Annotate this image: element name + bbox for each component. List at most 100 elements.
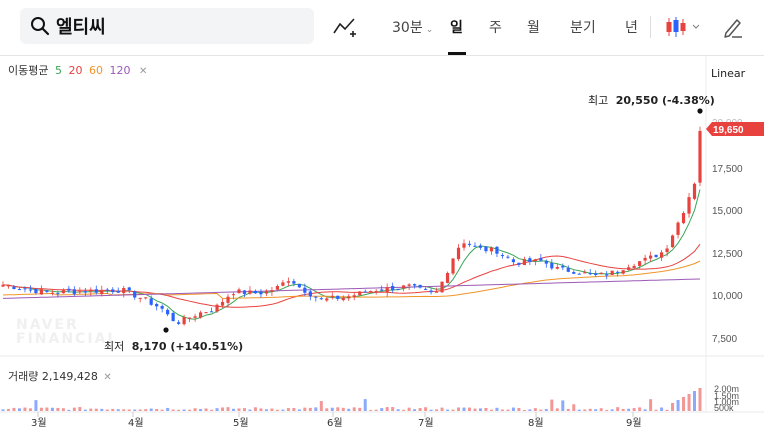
candle-body	[248, 290, 252, 294]
grid	[0, 56, 764, 417]
volume-bar	[149, 408, 153, 411]
candle-body	[522, 259, 526, 266]
volume-bar	[687, 394, 691, 411]
trend-indicator-icon[interactable]	[332, 14, 358, 40]
volume-bar	[413, 409, 417, 411]
month-label: 8월	[528, 417, 544, 429]
month-label: 3월	[31, 417, 47, 429]
candle-body	[220, 301, 225, 306]
volume-bar	[418, 408, 422, 411]
candle-body	[445, 272, 450, 283]
volume-bar	[566, 408, 570, 411]
high-marker	[697, 108, 703, 114]
volume-bar	[61, 408, 65, 411]
tab-week[interactable]: 주	[489, 17, 502, 37]
candle-body	[423, 288, 428, 290]
candlestick-chart-type-icon[interactable]	[664, 14, 704, 40]
volume-bar	[12, 407, 16, 411]
candle-body	[544, 261, 548, 264]
volume-axis: 2.00m 1.50m 1.00m 500k	[714, 384, 739, 413]
candle-body	[500, 255, 505, 257]
tab-quarter[interactable]: 분기	[570, 17, 596, 37]
volume-bar	[561, 400, 565, 411]
volume-bar	[500, 409, 504, 411]
price-tick: 7,500	[712, 334, 737, 345]
search-input[interactable]	[56, 14, 296, 38]
candle-body	[385, 287, 389, 293]
volume-bar	[138, 409, 142, 411]
pencil-icon[interactable]	[722, 15, 744, 39]
candle-body	[621, 270, 625, 274]
volume-bar	[105, 409, 109, 411]
volume-bar	[221, 407, 225, 411]
volume-bar	[380, 408, 384, 411]
candle-body	[330, 295, 334, 297]
volume-bar	[522, 409, 526, 411]
volume-bar	[676, 400, 680, 411]
volume-bar	[264, 409, 268, 411]
candle-body	[83, 291, 87, 293]
candle-body	[550, 263, 554, 269]
volume-bar	[193, 408, 197, 411]
period-30min-dropdown[interactable]: 30분 ⌄	[392, 17, 433, 37]
volume-bars	[1, 388, 702, 411]
tab-year[interactable]: 년	[625, 17, 638, 37]
ma-line	[2, 189, 701, 320]
candle-body	[627, 267, 631, 270]
candle-body	[133, 291, 137, 298]
volume-bar	[478, 408, 482, 411]
candle-body	[594, 273, 598, 276]
volume-bar	[133, 409, 137, 411]
volume-bar	[391, 407, 395, 411]
candle-body	[292, 281, 296, 284]
tab-day[interactable]: 일	[450, 17, 463, 37]
search-box[interactable]	[20, 8, 314, 44]
volume-bar	[358, 407, 362, 411]
active-tab-underline	[448, 52, 466, 55]
volume-bar	[39, 407, 43, 411]
moving-average-lines	[2, 189, 701, 320]
volume-bar	[407, 407, 411, 411]
volume-bar	[116, 409, 120, 411]
volume-bar	[177, 409, 181, 411]
candle-body	[473, 245, 477, 247]
candle-body	[687, 197, 691, 214]
volume-bar	[330, 407, 334, 411]
candle-body	[138, 297, 142, 299]
candle-body	[149, 298, 153, 305]
volume-bar	[292, 408, 296, 411]
candle-body	[643, 257, 647, 261]
candle-body	[275, 285, 280, 290]
current-price-badge: 19,650	[706, 122, 764, 136]
candle-body	[413, 284, 417, 286]
volume-bar	[484, 407, 488, 411]
volume-bar	[698, 388, 702, 411]
candle-body	[253, 290, 258, 294]
volume-bar	[56, 407, 60, 411]
price-axis: 20,000 17,500 15,000 12,500 10,000 7,500	[712, 118, 743, 345]
candle-body	[495, 246, 499, 254]
volume-bar	[122, 409, 126, 411]
volume-bar	[588, 408, 592, 411]
candle-body	[347, 296, 351, 299]
volume-bar	[6, 408, 10, 411]
tab-month[interactable]: 월	[527, 17, 540, 37]
svg-text:최고 20,550 (-4.38%): 최고 20,550 (-4.38%)	[588, 94, 715, 107]
candle-body	[237, 289, 241, 294]
candle-body	[599, 272, 603, 274]
volume-bar	[363, 399, 367, 411]
volume-bar	[506, 409, 510, 411]
candle-body	[440, 281, 444, 293]
candle-body	[50, 292, 54, 294]
volume-bar	[1, 409, 5, 411]
candle-body	[209, 311, 214, 313]
candle-body	[363, 291, 367, 293]
volume-bar	[237, 408, 241, 411]
candle-body	[654, 254, 658, 258]
candle-body	[6, 285, 11, 287]
stock-chart[interactable]: 20,000 17,500 15,000 12,500 10,000 7,500…	[0, 56, 764, 433]
candle-body	[231, 294, 236, 296]
volume-bar	[638, 407, 642, 411]
volume-bar	[341, 407, 345, 411]
candle-body	[528, 258, 532, 262]
